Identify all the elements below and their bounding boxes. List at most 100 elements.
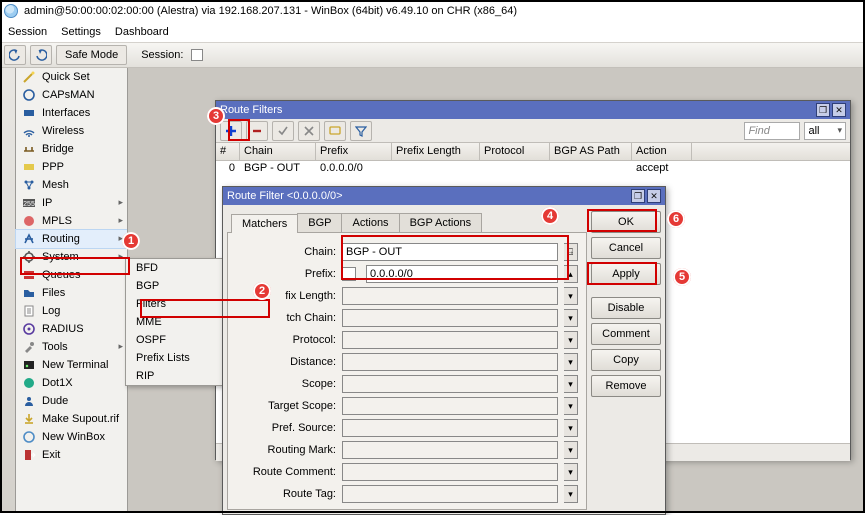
field-down-icon[interactable]: ▾ — [564, 397, 578, 415]
copy-button[interactable]: Copy — [591, 349, 661, 371]
field-down-icon[interactable]: ▾ — [564, 287, 578, 305]
find-input[interactable]: Find — [744, 122, 800, 140]
field-input[interactable] — [342, 309, 558, 327]
field-input[interactable] — [342, 331, 558, 349]
menu-dashboard[interactable]: Dashboard — [115, 26, 169, 38]
sidebar-item-log[interactable]: Log — [16, 302, 127, 320]
sidebar-item-ppp[interactable]: PPP — [16, 158, 127, 176]
filter-button[interactable] — [350, 121, 372, 141]
field-label: Protocol: — [236, 334, 336, 346]
sidebar-item-label: Files — [42, 287, 65, 299]
sidebar-item-make-supout-rif[interactable]: Make Supout.rif — [16, 410, 127, 428]
redo-button[interactable] — [30, 45, 52, 65]
add-button[interactable] — [220, 121, 242, 141]
field-down-icon[interactable]: ▾ — [564, 485, 578, 503]
field-input[interactable] — [342, 397, 558, 415]
sidebar-item-label: RADIUS — [42, 323, 84, 335]
sidebar-item-mpls[interactable]: MPLS▸ — [16, 212, 127, 230]
field-input[interactable] — [342, 485, 558, 503]
tab-matchers[interactable]: Matchers — [231, 214, 298, 233]
col-action[interactable]: Action — [632, 143, 692, 160]
sidebar-item-bridge[interactable]: Bridge — [16, 140, 127, 158]
tab-bgp[interactable]: BGP — [297, 213, 342, 232]
comment-button[interactable]: Comment — [591, 323, 661, 345]
sidebar-item-dot1x[interactable]: Dot1X — [16, 374, 127, 392]
remove-button[interactable]: Remove — [591, 375, 661, 397]
menubar: Session Settings Dashboard — [0, 22, 865, 42]
chain-input[interactable]: BGP - OUT — [342, 243, 558, 261]
col-chain[interactable]: Chain — [240, 143, 316, 160]
tab-actions[interactable]: Actions — [341, 213, 399, 232]
cancel-button[interactable]: Cancel — [591, 237, 661, 259]
field-input[interactable] — [342, 375, 558, 393]
sidebar-item-routing[interactable]: Routing▸ — [16, 230, 127, 248]
field-down-icon[interactable]: ▾ — [564, 309, 578, 327]
field-down-icon[interactable]: ▾ — [564, 353, 578, 371]
col-prefix-length[interactable]: Prefix Length — [392, 143, 480, 160]
sidebar-item-mesh[interactable]: Mesh — [16, 176, 127, 194]
field-input[interactable] — [342, 441, 558, 459]
sidebar-item-quick-set[interactable]: Quick Set — [16, 68, 127, 86]
field-label: Scope: — [236, 378, 336, 390]
window-close-icon[interactable]: ✕ — [647, 189, 661, 203]
col-bgp-as-path[interactable]: BGP AS Path — [550, 143, 632, 160]
tab-bgp-actions[interactable]: BGP Actions — [399, 213, 483, 232]
prefix-input[interactable]: 0.0.0.0/0 — [366, 265, 558, 283]
table-row[interactable]: 0BGP - OUT0.0.0.0/0accept — [216, 161, 850, 178]
sidebar-item-system[interactable]: System▸ — [16, 248, 127, 266]
window-restore-icon[interactable]: ❐ — [631, 189, 645, 203]
sidebar-item-capsman[interactable]: CAPsMAN — [16, 86, 127, 104]
sidebar-item-queues[interactable]: Queues — [16, 266, 127, 284]
filter-combo[interactable]: all ▾ — [804, 122, 846, 140]
ok-button[interactable]: OK — [591, 211, 661, 233]
field-down-icon[interactable]: ▾ — [564, 441, 578, 459]
undo-button[interactable] — [4, 45, 26, 65]
field-down-icon[interactable]: ▾ — [564, 375, 578, 393]
field-input[interactable] — [342, 419, 558, 437]
sidebar-item-interfaces[interactable]: Interfaces — [16, 104, 127, 122]
sidebar-item-files[interactable]: Files — [16, 284, 127, 302]
route-filters-titlebar[interactable]: Route Filters ❐ ✕ — [216, 101, 850, 119]
disable-button[interactable] — [298, 121, 320, 141]
sidebar-item-new-terminal[interactable]: New Terminal — [16, 356, 127, 374]
chain-dropdown-icon[interactable]: ⍈ — [564, 243, 578, 261]
window-close-icon[interactable]: ✕ — [832, 103, 846, 117]
prefix-up-icon[interactable]: ▴ — [564, 265, 578, 283]
safe-mode-button[interactable]: Safe Mode — [56, 45, 127, 65]
filter-combo-value: all — [808, 125, 819, 137]
col-prefix[interactable]: Prefix — [316, 143, 392, 160]
field-down-icon[interactable]: ▾ — [564, 463, 578, 481]
sidebar-item-wireless[interactable]: Wireless — [16, 122, 127, 140]
apply-button[interactable]: Apply — [591, 263, 661, 285]
sidebar-item-label: Dude — [42, 395, 68, 407]
ip-icon: 255 — [22, 196, 36, 210]
menu-settings[interactable]: Settings — [61, 26, 101, 38]
field-input[interactable] — [342, 287, 558, 305]
prefix-invert-checkbox[interactable] — [342, 267, 356, 281]
sidebar-item-tools[interactable]: Tools▸ — [16, 338, 127, 356]
col-protocol[interactable]: Protocol — [480, 143, 550, 160]
sidebar-item-ip[interactable]: 255IP▸ — [16, 194, 127, 212]
sidebar-item-dude[interactable]: Dude — [16, 392, 127, 410]
window-restore-icon[interactable]: ❐ — [816, 103, 830, 117]
chevron-right-icon: ▸ — [118, 215, 123, 226]
sidebar-item-new-winbox[interactable]: New WinBox — [16, 428, 127, 446]
field-down-icon[interactable]: ▾ — [564, 419, 578, 437]
sidebar-item-radius[interactable]: RADIUS — [16, 320, 127, 338]
form-row: fix Length:▾ — [236, 285, 578, 307]
field-input[interactable] — [342, 353, 558, 371]
remove-button[interactable] — [246, 121, 268, 141]
menu-session[interactable]: Session — [8, 26, 47, 38]
wand-icon — [22, 70, 36, 84]
field-down-icon[interactable]: ▾ — [564, 331, 578, 349]
field-input[interactable] — [342, 463, 558, 481]
enable-button[interactable] — [272, 121, 294, 141]
wifi-icon — [22, 124, 36, 138]
col--[interactable]: # — [216, 143, 240, 160]
annotation-badge-2: 2 — [253, 282, 271, 300]
left-nav-grip[interactable] — [0, 68, 16, 513]
sidebar-item-exit[interactable]: Exit — [16, 446, 127, 464]
comment-button-tb[interactable] — [324, 121, 346, 141]
edit-titlebar[interactable]: Route Filter <0.0.0.0/0> ❐ ✕ — [223, 187, 665, 205]
disable-button[interactable]: Disable — [591, 297, 661, 319]
